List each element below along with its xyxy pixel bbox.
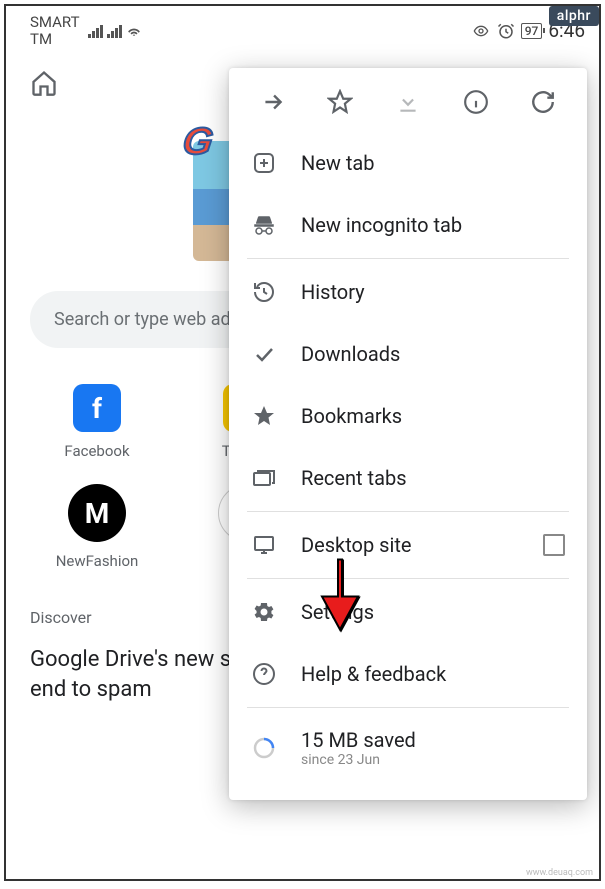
menu-label: Downloads: [301, 342, 565, 366]
menu-label: New tab: [301, 151, 565, 175]
menu-label: History: [301, 280, 565, 304]
menu-settings[interactable]: Settings: [229, 581, 587, 643]
download-button[interactable]: [394, 88, 422, 116]
menu-label: Help & feedback: [301, 662, 565, 686]
data-saver-icon: [251, 735, 277, 761]
menu-label: 15 MB saved since 23 Jun: [301, 728, 565, 768]
shortcut-item[interactable]: M NewFashion: [42, 484, 152, 570]
status-bar: SMART TM 97 6:46: [6, 6, 599, 51]
battery-icon: 97: [521, 23, 543, 39]
annotation-arrow-icon: [310, 552, 370, 637]
info-button[interactable]: [462, 88, 490, 116]
bookmarks-icon: [251, 403, 277, 429]
signal-icon: [107, 24, 122, 38]
menu-data-saved[interactable]: 15 MB saved since 23 Jun: [229, 710, 587, 786]
menu-bookmarks[interactable]: Bookmarks: [229, 385, 587, 447]
star-button[interactable]: [326, 88, 354, 116]
desktop-site-checkbox[interactable]: [543, 534, 565, 556]
menu-history[interactable]: History: [229, 261, 587, 323]
home-icon[interactable]: [30, 69, 58, 97]
help-icon: [251, 661, 277, 687]
menu-label: Recent tabs: [301, 466, 565, 490]
menu-recent-tabs[interactable]: Recent tabs: [229, 447, 587, 509]
menu-label: New incognito tab: [301, 213, 565, 237]
downloads-icon: [251, 341, 277, 367]
shortcut-label: Facebook: [42, 442, 152, 460]
menu-label: Bookmarks: [301, 404, 565, 428]
divider: [247, 707, 569, 708]
gear-icon: [251, 599, 277, 625]
shortcut-item[interactable]: f Facebook: [42, 384, 152, 460]
alarm-icon: [497, 22, 515, 40]
menu-new-incognito[interactable]: New incognito tab: [229, 194, 587, 256]
divider: [247, 258, 569, 259]
shortcut-label: NewFashion: [42, 552, 152, 570]
menu-help[interactable]: Help & feedback: [229, 643, 587, 705]
plus-square-icon: [251, 150, 277, 176]
recent-tabs-icon: [251, 465, 277, 491]
divider: [247, 578, 569, 579]
menu-desktop-site[interactable]: Desktop site: [229, 514, 587, 576]
overflow-menu: New tab New incognito tab History Downlo…: [229, 68, 587, 800]
alphr-badge: alphr: [549, 6, 599, 26]
carrier-label: SMART TM: [30, 14, 80, 47]
menu-new-tab[interactable]: New tab: [229, 132, 587, 194]
shortcut-tile: f: [73, 384, 121, 432]
desktop-icon: [251, 532, 277, 558]
forward-button[interactable]: [259, 88, 287, 116]
shortcut-tile: M: [68, 484, 126, 542]
incognito-icon: [251, 212, 277, 238]
signal-icon: [88, 24, 103, 38]
history-icon: [251, 279, 277, 305]
watermark: www.deuaq.com: [526, 868, 593, 878]
menu-downloads[interactable]: Downloads: [229, 323, 587, 385]
divider: [247, 511, 569, 512]
wifi-icon: [126, 24, 142, 38]
reload-button[interactable]: [529, 88, 557, 116]
eye-icon: [471, 23, 491, 39]
